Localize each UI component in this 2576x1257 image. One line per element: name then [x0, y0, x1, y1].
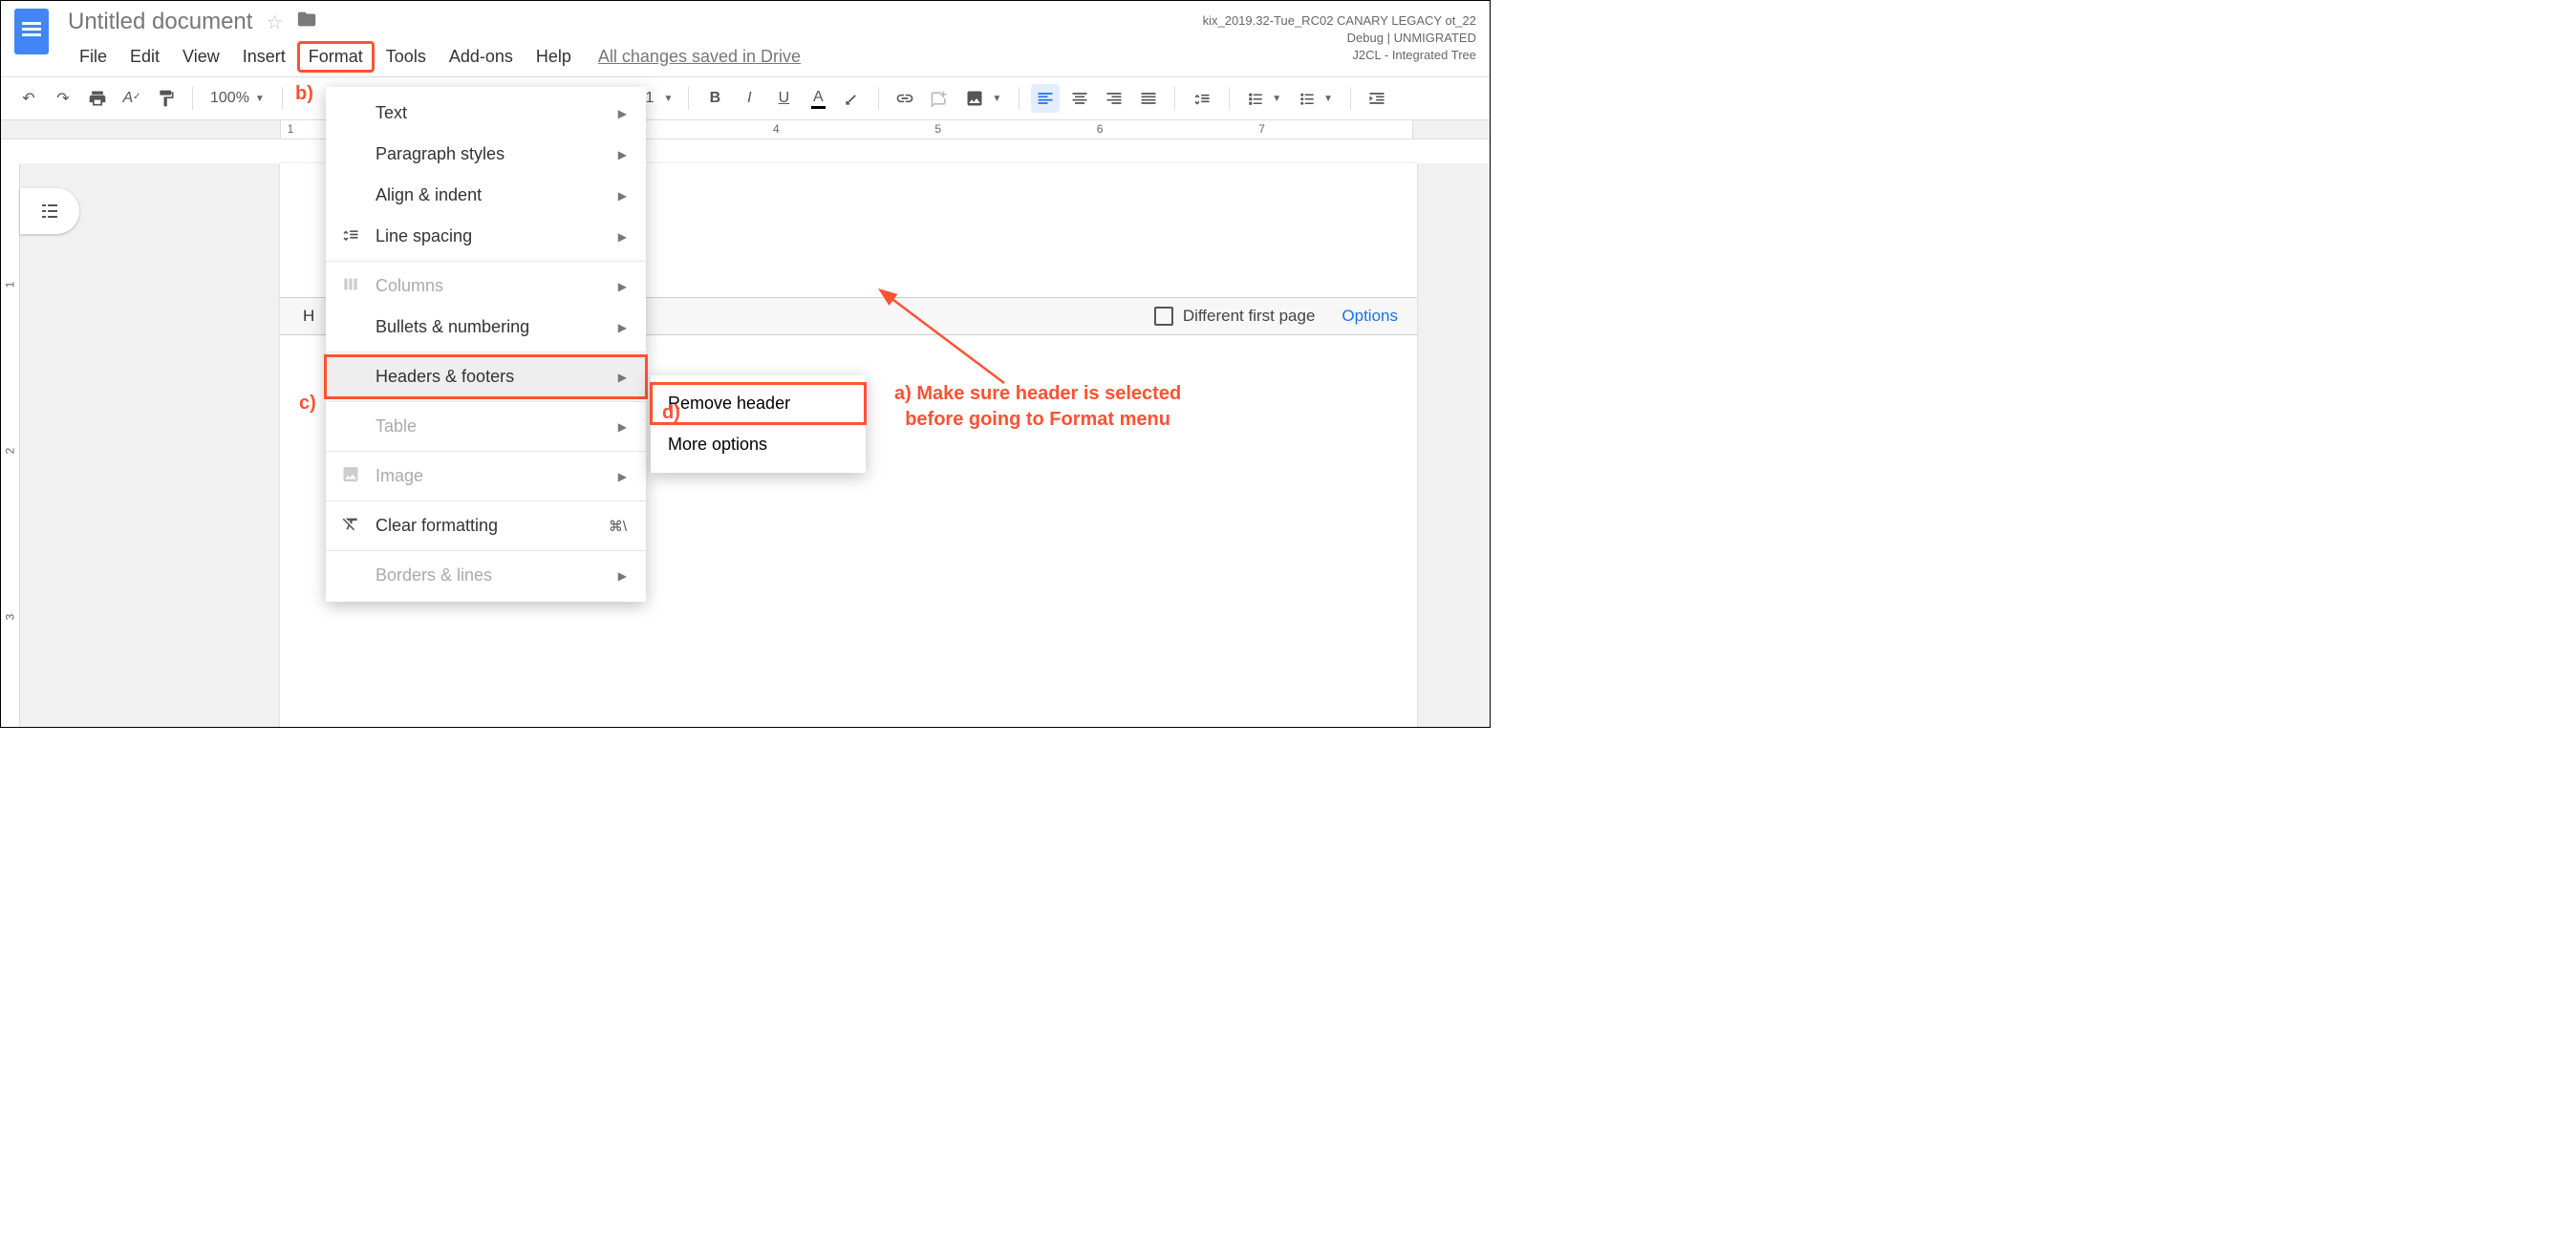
menu-help[interactable]: Help [525, 41, 583, 73]
vertical-ruler: 1 2 3 [1, 163, 20, 727]
header-options-link[interactable]: Options [1342, 307, 1398, 326]
ruler-number: 4 [773, 122, 780, 136]
submenu-remove-header[interactable]: Remove header [651, 383, 866, 424]
text-color-button[interactable]: A [804, 84, 832, 113]
menu-format[interactable]: Format [297, 41, 375, 73]
line-spacing-button[interactable] [1187, 89, 1217, 108]
insert-comment-button[interactable] [925, 84, 954, 113]
bulleted-list-button[interactable]: ▼ [1293, 90, 1339, 107]
menu-view[interactable]: View [171, 41, 231, 73]
redo-button[interactable]: ↷ [49, 84, 77, 113]
folder-icon[interactable] [296, 9, 317, 35]
bold-button[interactable]: B [700, 84, 729, 113]
headers-footers-submenu: Remove headerMore options [651, 375, 866, 473]
saved-status[interactable]: All changes saved in Drive [598, 47, 801, 67]
submenu-more-options[interactable]: More options [651, 424, 866, 465]
format-menu-bullets-numbering[interactable]: Bullets & numbering▶ [326, 307, 646, 348]
menu-edit[interactable]: Edit [118, 41, 171, 73]
spellcheck-button[interactable]: A✓ [118, 84, 146, 113]
horizontal-ruler: 1234567 [1, 120, 1490, 139]
align-left-button[interactable] [1031, 84, 1060, 113]
ruler-number: 7 [1258, 122, 1265, 136]
paint-format-button[interactable] [152, 84, 181, 113]
menu-file[interactable]: File [68, 41, 118, 73]
decrease-indent-button[interactable] [1363, 84, 1391, 113]
undo-button[interactable]: ↶ [14, 84, 43, 113]
align-justify-button[interactable] [1134, 84, 1163, 113]
align-right-button[interactable] [1100, 84, 1128, 113]
format-menu-align-indent[interactable]: Align & indent▶ [326, 175, 646, 216]
ruler-number: 1 [288, 122, 294, 136]
different-first-page-checkbox[interactable] [1154, 307, 1173, 326]
annotation-c: c) [299, 393, 316, 415]
outline-toggle[interactable] [20, 188, 79, 234]
debug-info: kix_2019.32-Tue_RC02 CANARY LEGACY ot_22… [1203, 9, 1476, 65]
print-button[interactable] [83, 84, 112, 113]
menu-insert[interactable]: Insert [231, 41, 297, 73]
star-icon[interactable]: ☆ [266, 11, 283, 34]
format-menu-borders-lines: Borders & lines▶ [326, 555, 646, 596]
format-menu-image: Image▶ [326, 456, 646, 497]
format-menu-line-spacing[interactable]: Line spacing▶ [326, 216, 646, 257]
ruler-number: 5 [934, 122, 941, 136]
format-menu-dropdown: Text▶Paragraph styles▶Align & indent▶Lin… [326, 87, 646, 602]
menubar: FileEditViewInsertFormatToolsAdd-onsHelp… [68, 41, 1203, 73]
checklist-button[interactable]: ▼ [1241, 90, 1287, 107]
annotation-d: d) [662, 402, 680, 424]
insert-image-button[interactable]: ▼ [959, 89, 1007, 108]
highlight-button[interactable] [838, 84, 867, 113]
annotation-b: b) [295, 83, 313, 105]
insert-link-button[interactable] [891, 84, 919, 113]
format-menu-paragraph-styles[interactable]: Paragraph styles▶ [326, 134, 646, 175]
format-menu-text[interactable]: Text▶ [326, 93, 646, 134]
format-menu-headers-footers[interactable]: Headers & footers▶ [326, 356, 646, 397]
align-center-button[interactable] [1065, 84, 1094, 113]
different-first-page-label: Different first page [1183, 307, 1316, 326]
format-menu-table: Table▶ [326, 406, 646, 447]
toolbar: ↶ ↷ A✓ 100%▼ 11▼ B I U A ▼ [1, 76, 1490, 120]
menu-add-ons[interactable]: Add-ons [438, 41, 525, 73]
italic-button[interactable]: I [735, 84, 763, 113]
header-label: H [299, 307, 314, 326]
doc-title[interactable]: Untitled document [68, 9, 252, 35]
format-menu-clear-formatting[interactable]: Clear formatting⌘\ [326, 505, 646, 546]
underline-button[interactable]: U [769, 84, 798, 113]
zoom-select[interactable]: 100%▼ [204, 90, 270, 107]
annotation-a: a) Make sure header is selected before g… [894, 381, 1181, 433]
ruler-number: 6 [1097, 122, 1104, 136]
format-menu-columns: Columns▶ [326, 266, 646, 307]
docs-logo-icon[interactable] [14, 9, 49, 54]
menu-tools[interactable]: Tools [375, 41, 438, 73]
